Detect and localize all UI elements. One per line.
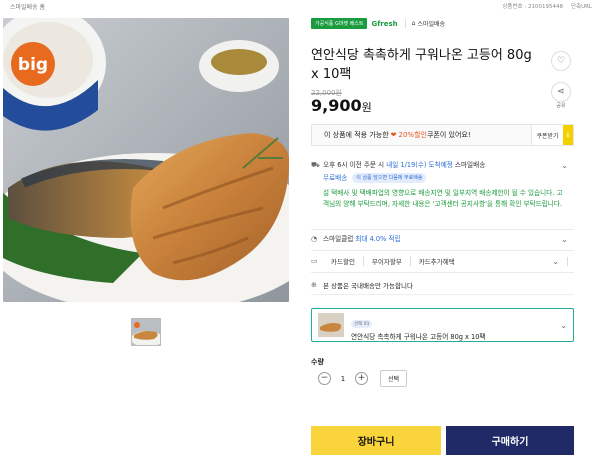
free-shipping-row: 무료배송 이 상품 담으면 다음에 무료배송: [323, 173, 574, 184]
price-unit: 원: [361, 101, 372, 114]
divider: [311, 250, 574, 251]
domestic-notice: ⊕ 본 상품은 국내배송만 가능합니다: [311, 275, 574, 295]
product-thumbnail[interactable]: [131, 318, 161, 346]
heart-icon: ♡: [556, 56, 566, 66]
tab-card-discount[interactable]: 카드할인: [323, 256, 364, 266]
selected-option-name: 연안식당 촉촉하게 구워나온 고등어 80g x 10팩: [351, 332, 486, 341]
smile-delivery-label: 스마일배송: [417, 21, 446, 28]
badge-row: 가공식품 G마켓 베스트 Gfresh ⌂ 스마일배송: [311, 18, 445, 29]
product-main-image: big: [3, 18, 289, 302]
smile-club-row[interactable]: ◔ 스마일클럽 최대 4.0% 적립 ⌄: [311, 234, 574, 245]
add-to-cart-button[interactable]: 장바구니: [311, 426, 441, 455]
chevron-down-icon: ⌄: [560, 321, 567, 330]
big-logo-text: big: [18, 55, 48, 75]
product-number: 상품번호 : 2100195448: [502, 4, 563, 10]
meta-info: 상품번호 : 2100195448 단축URL: [502, 2, 592, 10]
coupon-icon: ❤: [390, 131, 397, 139]
share-label: 공유: [556, 103, 566, 109]
shipping-info: ⛟ 오후 6시 이전 주문 시 내일 1/19(수) 도착예정 스마일배송 ⌄ …: [311, 160, 574, 209]
coupon-text-after: 쿠폰이 있어요!: [426, 131, 471, 139]
tab-installment[interactable]: 무이자할부: [364, 256, 411, 266]
option-select-button[interactable]: 선택: [380, 370, 408, 387]
shipping-date-row[interactable]: ⛟ 오후 6시 이전 주문 시 내일 1/19(수) 도착예정 스마일배송 ⌄: [311, 160, 574, 171]
wishlist-button[interactable]: ♡: [551, 51, 571, 71]
coupon-text-before: 이 상품에 적용 가능한: [324, 131, 389, 139]
truck-icon: ⛟: [311, 161, 320, 169]
smile-club-label: 스마일클럽: [323, 235, 354, 243]
tab-card-extra[interactable]: 카드추가혜택: [411, 256, 463, 266]
selected-option-image: [318, 313, 344, 337]
share-icon: ⋖: [551, 82, 571, 102]
chevron-down-icon: ⌄: [561, 161, 568, 170]
free-shipping-pill: 이 상품 담으면 다음에 무료배송: [352, 173, 427, 183]
card-icon: ▭: [311, 257, 318, 265]
coupon-download-button[interactable]: 쿠폰받기 ↓: [531, 125, 573, 145]
price-value: 9,900: [311, 96, 362, 115]
divider: [311, 272, 574, 273]
short-url-link[interactable]: 단축URL: [571, 2, 592, 10]
coupon-button-label: 쿠폰받기: [536, 132, 559, 140]
best-badge: 가공식품 G마켓 베스트: [311, 18, 368, 29]
quantity-stepper: − 1 + 선택: [318, 370, 408, 387]
option-number-badge: 선택 01: [351, 319, 373, 328]
ship-prefix: 오후 6시 이전 주문 시: [323, 161, 387, 169]
sale-price: 9,900원: [311, 96, 372, 115]
gfresh-badge: Gfresh: [371, 19, 398, 28]
breadcrumb[interactable]: 스마일배송 홈: [10, 2, 45, 11]
smile-club-value: 최대 4.0% 적립: [355, 235, 401, 243]
top-bar: 스마일배송 홈 상품번호 : 2100195448 단축URL: [0, 0, 600, 14]
buy-now-button[interactable]: 구매하기: [446, 426, 574, 455]
download-icon: ↓: [563, 125, 573, 145]
coupon-banner: 이 상품에 적용 가능한 ❤ 20%할인 쿠폰이 있어요! 쿠폰받기 ↓: [311, 124, 574, 146]
domestic-text: 본 상품은 국내배송만 가능합니다: [323, 281, 413, 290]
plus-button[interactable]: +: [355, 372, 368, 385]
chevron-down-icon: ⌄: [561, 235, 568, 244]
coupon-highlight: 20%할인: [398, 131, 427, 139]
free-shipping-label: 무료배송: [323, 174, 348, 182]
minus-button[interactable]: −: [318, 372, 331, 385]
smile-delivery-badge: ⌂ 스마일배송: [404, 19, 446, 28]
divider: [311, 229, 574, 230]
card-benefit-tabs: ▭ 카드할인 무이자할부 카드추가혜택 ⌄: [311, 252, 574, 270]
ship-suffix: 스마일배송: [452, 161, 486, 169]
chevron-down-icon[interactable]: ⌄: [544, 256, 568, 266]
product-title: 연안식당 촉촉하게 구워나온 고등어 80g x 10팩: [311, 48, 532, 82]
ship-date: 내일 1/19(수) 도착예정: [386, 161, 453, 169]
globe-icon: ⊕: [311, 280, 317, 289]
home-icon: ⌂: [411, 20, 416, 27]
share-button[interactable]: ⋖ 공유: [551, 82, 571, 109]
coin-icon: ◔: [311, 235, 318, 243]
shipping-notice: 설 택배사 및 택배파업의 영향으로 배송지연 및 일부지역 배송제한이 될 수…: [323, 189, 563, 208]
quantity-label: 수량: [311, 358, 324, 366]
quantity-value[interactable]: 1: [337, 375, 349, 383]
selected-option[interactable]: 선택 01 연안식당 촉촉하게 구워나온 고등어 80g x 10팩 ⌄: [311, 308, 574, 342]
